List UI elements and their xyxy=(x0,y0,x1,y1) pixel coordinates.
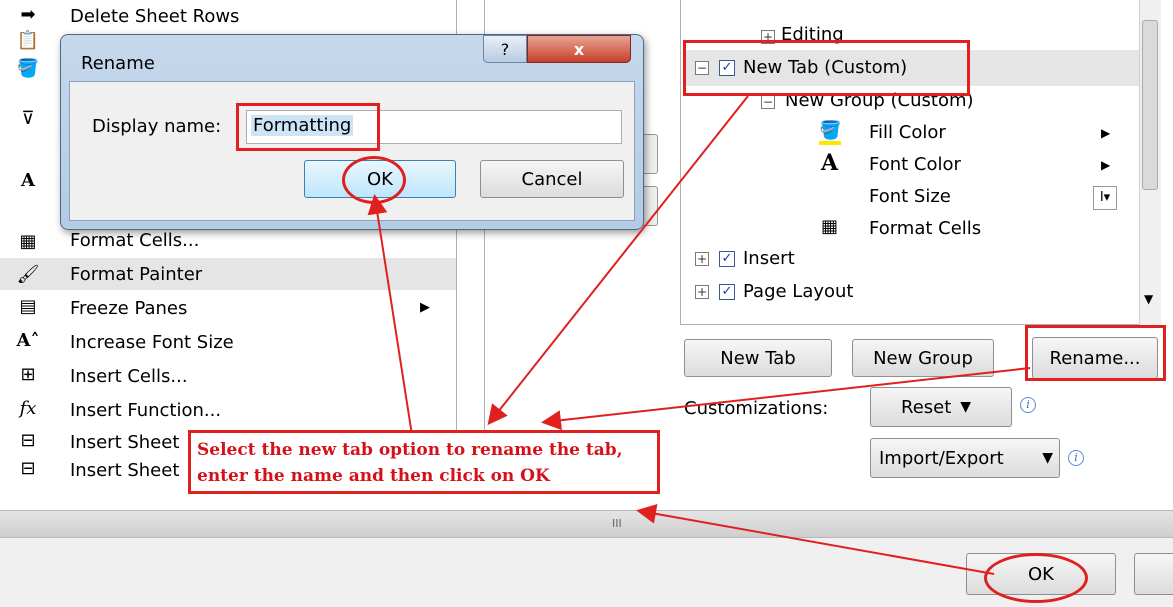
annotation-arrows xyxy=(367,95,1031,575)
arrow-from-rename xyxy=(541,367,1031,431)
arrow-from-new-tab xyxy=(487,95,749,426)
arrow-to-splitter xyxy=(636,503,995,575)
annotation-text: Select the new tab option to rename the … xyxy=(197,440,623,486)
annotation-box: Select the new tab option to rename the … xyxy=(188,430,660,494)
